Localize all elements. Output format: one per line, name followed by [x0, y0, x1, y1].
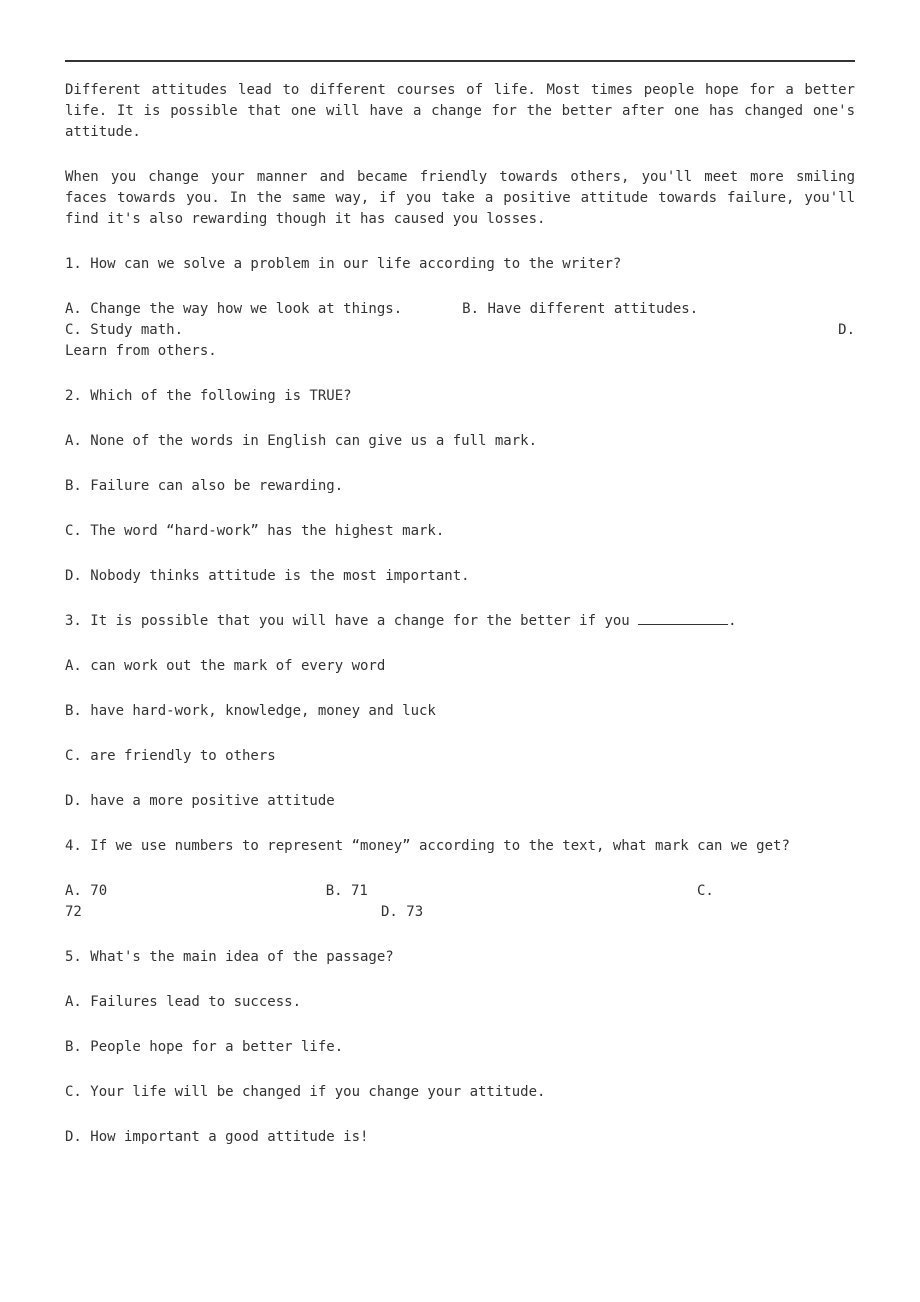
- question-1-option-a: A. Change the way how we look at things.: [65, 299, 402, 320]
- question-5-option-d: D. How important a good attitude is!: [65, 1127, 855, 1148]
- question-4-stem: 4. If we use numbers to represent “money…: [65, 836, 855, 857]
- question-3-option-b: B. have hard-work, knowledge, money and …: [65, 701, 855, 722]
- passage-paragraph-1: Different attitudes lead to different co…: [65, 80, 855, 143]
- question-3-stem: 3. It is possible that you will have a c…: [65, 611, 855, 632]
- question-1-option-c: C. Study math.: [65, 320, 183, 341]
- question-3-stem-suffix: .: [728, 613, 736, 629]
- question-4-option-d: D. 73: [381, 902, 423, 923]
- question-3-option-d: D. have a more positive attitude: [65, 791, 855, 812]
- question-4-option-b: B. 71: [326, 881, 697, 902]
- horizontal-rule: [65, 60, 855, 62]
- fill-in-blank: [638, 612, 728, 625]
- question-5-stem: 5. What's the main idea of the passage?: [65, 947, 855, 968]
- passage-paragraph-2: When you change your manner and became f…: [65, 167, 855, 230]
- question-2: 2. Which of the following is TRUE? A. No…: [65, 386, 855, 587]
- question-5-option-a: A. Failures lead to success.: [65, 992, 855, 1013]
- question-2-option-a: A. None of the words in English can give…: [65, 431, 855, 452]
- question-3-option-a: A. can work out the mark of every word: [65, 656, 855, 677]
- question-3: 3. It is possible that you will have a c…: [65, 611, 855, 812]
- question-1-option-d-prefix: D.: [838, 320, 855, 341]
- question-1-stem: 1. How can we solve a problem in our lif…: [65, 254, 855, 275]
- question-4-option-a: A. 70: [65, 881, 326, 902]
- question-3-stem-prefix: 3. It is possible that you will have a c…: [65, 613, 638, 629]
- question-5-option-b: B. People hope for a better life.: [65, 1037, 855, 1058]
- question-4: 4. If we use numbers to represent “money…: [65, 836, 855, 923]
- question-1-option-b: B. Have different attitudes.: [402, 299, 855, 320]
- question-1-option-d-text: Learn from others.: [65, 341, 855, 362]
- question-2-option-d: D. Nobody thinks attitude is the most im…: [65, 566, 855, 587]
- question-4-options: A. 70 B. 71 C. 72 D. 73: [65, 881, 855, 923]
- question-2-option-b: B. Failure can also be rewarding.: [65, 476, 855, 497]
- question-4-option-c-text: 72: [65, 902, 381, 923]
- question-3-option-c: C. are friendly to others: [65, 746, 855, 767]
- question-1-options-row-2: C. Study math. D. Learn from others.: [65, 320, 855, 362]
- question-1: 1. How can we solve a problem in our lif…: [65, 254, 855, 362]
- question-5-option-c: C. Your life will be changed if you chan…: [65, 1082, 855, 1103]
- question-1-options-row-1: A. Change the way how we look at things.…: [65, 299, 855, 320]
- question-5: 5. What's the main idea of the passage? …: [65, 947, 855, 1148]
- question-4-option-c-prefix: C.: [697, 881, 855, 902]
- question-2-option-c: C. The word “hard-work” has the highest …: [65, 521, 855, 542]
- question-2-stem: 2. Which of the following is TRUE?: [65, 386, 855, 407]
